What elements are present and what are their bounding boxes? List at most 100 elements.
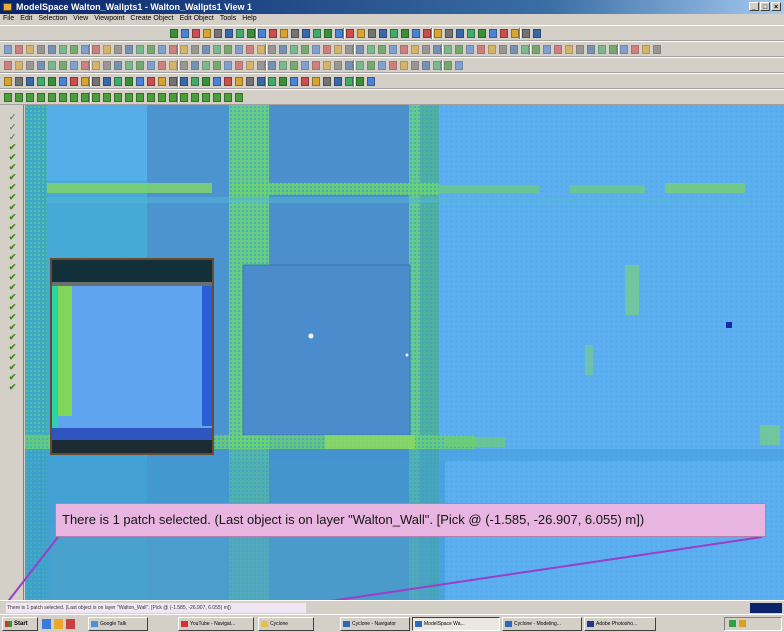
toolbar-tool-icon[interactable] bbox=[334, 77, 342, 86]
toolbar-tool-icon[interactable] bbox=[268, 45, 276, 54]
checkmark-tool-icon[interactable]: ✔ bbox=[8, 273, 17, 282]
toolbar-tool-icon[interactable] bbox=[467, 29, 475, 38]
toolbar-tool-icon[interactable] bbox=[202, 77, 210, 86]
maximize-button[interactable]: □ bbox=[760, 2, 770, 11]
toolbar-tool-icon[interactable] bbox=[180, 77, 188, 86]
toolbar-tool-icon[interactable] bbox=[291, 29, 299, 38]
toolbar-tool-icon[interactable] bbox=[367, 45, 375, 54]
toolbar-tool-icon[interactable] bbox=[334, 61, 342, 70]
toolbar-tool-icon[interactable] bbox=[169, 61, 177, 70]
task-modelspace[interactable]: ModelSpace Wa... bbox=[412, 617, 500, 631]
menu-tools[interactable]: Tools bbox=[220, 14, 236, 24]
toolbar-tool-icon[interactable] bbox=[37, 45, 45, 54]
toolbar-tool-icon[interactable] bbox=[522, 29, 530, 38]
toolbar-tool-icon[interactable] bbox=[279, 61, 287, 70]
toolbar-tool-icon[interactable] bbox=[180, 93, 188, 102]
toolbar-tool-icon[interactable] bbox=[510, 45, 518, 54]
toolbar-tool-icon[interactable] bbox=[543, 45, 551, 54]
toolbar-tool-icon[interactable] bbox=[379, 29, 387, 38]
toolbar-tool-icon[interactable] bbox=[246, 45, 254, 54]
toolbar-tool-icon[interactable] bbox=[191, 77, 199, 86]
toolbar-tool-icon[interactable] bbox=[609, 45, 617, 54]
toolbar-tool-icon[interactable] bbox=[70, 45, 78, 54]
toolbar-tool-icon[interactable] bbox=[279, 45, 287, 54]
toolbar-tool-icon[interactable] bbox=[631, 45, 639, 54]
toolbar-tool-icon[interactable] bbox=[114, 93, 122, 102]
toolbar-tool-icon[interactable] bbox=[136, 45, 144, 54]
checkmark-tool-icon[interactable]: ✔ bbox=[8, 233, 17, 242]
toolbar-tool-icon[interactable] bbox=[258, 29, 266, 38]
toolbar-tool-icon[interactable] bbox=[346, 29, 354, 38]
checkmark-tool-icon[interactable]: ✔ bbox=[8, 173, 17, 182]
toolbar-tool-icon[interactable] bbox=[246, 77, 254, 86]
menu-selection[interactable]: Selection bbox=[38, 14, 67, 24]
toolbar-tool-icon[interactable] bbox=[224, 61, 232, 70]
toolbar-tool-icon[interactable] bbox=[136, 93, 144, 102]
task-google-talk[interactable]: Google Talk bbox=[88, 617, 148, 631]
toolbar-tool-icon[interactable] bbox=[147, 45, 155, 54]
toolbar-tool-icon[interactable] bbox=[125, 45, 133, 54]
close-button[interactable]: × bbox=[771, 2, 781, 11]
toolbar-tool-icon[interactable] bbox=[4, 61, 12, 70]
toolbar-tool-icon[interactable] bbox=[92, 61, 100, 70]
minimize-button[interactable]: _ bbox=[749, 2, 759, 11]
toolbar-tool-icon[interactable] bbox=[15, 77, 23, 86]
toolbar-tool-icon[interactable] bbox=[136, 77, 144, 86]
task-cyclone[interactable]: Cyclone bbox=[258, 617, 314, 631]
toolbar-tool-icon[interactable] bbox=[213, 77, 221, 86]
toolbar-tool-icon[interactable] bbox=[213, 93, 221, 102]
toolbar-tool-icon[interactable] bbox=[268, 77, 276, 86]
checkmark-tool-icon[interactable]: ✔ bbox=[8, 183, 17, 192]
toolbar-tool-icon[interactable] bbox=[367, 77, 375, 86]
toolbar-tool-icon[interactable] bbox=[378, 45, 386, 54]
toolbar-tool-icon[interactable] bbox=[202, 93, 210, 102]
toolbar-tool-icon[interactable] bbox=[412, 29, 420, 38]
toolbar-tool-icon[interactable] bbox=[92, 45, 100, 54]
toolbar-tool-icon[interactable] bbox=[235, 77, 243, 86]
title-bar[interactable]: ModelSpace Walton_Wallpts1 - Walton_Wall… bbox=[0, 0, 784, 14]
menu-help[interactable]: Help bbox=[242, 14, 256, 24]
toolbar-tool-icon[interactable] bbox=[257, 77, 265, 86]
toolbar-tool-icon[interactable] bbox=[169, 45, 177, 54]
toolbar-tool-icon[interactable] bbox=[203, 29, 211, 38]
toolbar-tool-icon[interactable] bbox=[224, 77, 232, 86]
toolbar-tool-icon[interactable] bbox=[103, 77, 111, 86]
toolbar-tool-icon[interactable] bbox=[114, 77, 122, 86]
toolbar-tool-icon[interactable] bbox=[302, 29, 310, 38]
toolbar-tool-icon[interactable] bbox=[532, 45, 540, 54]
toolbar-tool-icon[interactable] bbox=[48, 77, 56, 86]
toolbar-tool-icon[interactable] bbox=[367, 61, 375, 70]
toolbar-tool-icon[interactable] bbox=[411, 61, 419, 70]
toolbar-tool-icon[interactable] bbox=[368, 29, 376, 38]
toolbar-tool-icon[interactable] bbox=[335, 29, 343, 38]
toolbar-tool-icon[interactable] bbox=[323, 77, 331, 86]
toolbar-tool-icon[interactable] bbox=[257, 61, 265, 70]
toolbar-tool-icon[interactable] bbox=[81, 61, 89, 70]
toolbar-tool-icon[interactable] bbox=[192, 29, 200, 38]
toolbar-tool-icon[interactable] bbox=[246, 61, 254, 70]
toolbar-tool-icon[interactable] bbox=[301, 45, 309, 54]
toolbar-tool-icon[interactable] bbox=[455, 45, 463, 54]
toolbar-tool-icon[interactable] bbox=[224, 93, 232, 102]
checkmark-tool-icon[interactable]: ✓ bbox=[8, 123, 17, 132]
menu-viewpoint[interactable]: Viewpoint bbox=[94, 14, 124, 24]
checkmark-tool-icon[interactable]: ✓ bbox=[8, 133, 17, 142]
toolbar-tool-icon[interactable] bbox=[92, 77, 100, 86]
quicklaunch-browser-icon[interactable] bbox=[42, 619, 51, 629]
toolbar-tool-icon[interactable] bbox=[247, 29, 255, 38]
toolbar-tool-icon[interactable] bbox=[257, 45, 265, 54]
toolbar-tool-icon[interactable] bbox=[235, 45, 243, 54]
toolbar-tool-icon[interactable] bbox=[576, 45, 584, 54]
toolbar-tool-icon[interactable] bbox=[423, 29, 431, 38]
toolbar-tool-icon[interactable] bbox=[554, 45, 562, 54]
toolbar-tool-icon[interactable] bbox=[213, 45, 221, 54]
checkmark-tool-icon[interactable]: ✔ bbox=[8, 353, 17, 362]
toolbar-tool-icon[interactable] bbox=[620, 45, 628, 54]
toolbar-tool-icon[interactable] bbox=[103, 45, 111, 54]
toolbar-tool-icon[interactable] bbox=[158, 45, 166, 54]
toolbar-tool-icon[interactable] bbox=[81, 77, 89, 86]
toolbar-tool-icon[interactable] bbox=[290, 77, 298, 86]
toolbar-tool-icon[interactable] bbox=[356, 77, 364, 86]
toolbar-tool-icon[interactable] bbox=[356, 61, 364, 70]
toolbar-tool-icon[interactable] bbox=[48, 61, 56, 70]
